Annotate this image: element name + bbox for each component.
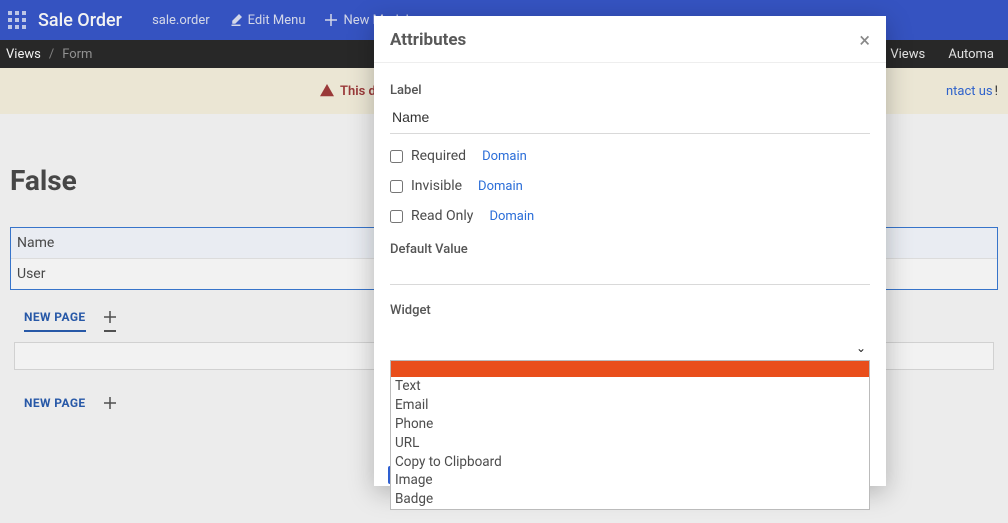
widget-option-badge[interactable]: Badge [391,490,869,509]
widget-option-phone[interactable]: Phone [391,415,869,434]
widget-select-display[interactable]: ⌄ [390,336,870,360]
invisible-row: Invisible Domain [390,178,870,194]
widget-option-email[interactable]: Email [391,396,869,415]
widget-option-text[interactable]: Text [391,377,869,396]
widget-option-copy[interactable]: Copy to Clipboard [391,453,869,472]
chevron-down-icon: ⌄ [856,341,866,355]
modal-body: Label Required Domain Invisible Domain R… [374,63,886,486]
invisible-checkbox[interactable] [390,180,403,193]
label-input[interactable] [390,104,870,134]
readonly-label: Read Only [411,208,473,224]
widget-select[interactable]: ⌄ Text Email Phone URL Copy to Clipboard… [390,336,870,360]
widget-dropdown: Text Email Phone URL Copy to Clipboard I… [390,360,870,510]
widget-option-blank[interactable] [391,361,869,377]
invisible-domain-link[interactable]: Domain [478,179,523,194]
required-domain-link[interactable]: Domain [482,149,527,164]
widget-label: Widget [390,303,870,318]
readonly-domain-link[interactable]: Domain [489,209,534,224]
readonly-row: Read Only Domain [390,208,870,224]
readonly-checkbox[interactable] [390,210,403,223]
modal-header: Attributes × [374,16,886,63]
attributes-modal: Attributes × Label Required Domain Invis… [374,16,886,486]
default-value-label: Default Value [390,242,870,257]
label-label: Label [390,83,870,98]
modal-title: Attributes [390,30,466,50]
required-label: Required [411,148,466,164]
invisible-label: Invisible [411,178,462,194]
required-checkbox[interactable] [390,150,403,163]
default-value-input[interactable] [390,263,870,285]
widget-option-image[interactable]: Image [391,471,869,490]
required-row: Required Domain [390,148,870,164]
modal-close-button[interactable]: × [859,30,870,50]
widget-option-url[interactable]: URL [391,434,869,453]
